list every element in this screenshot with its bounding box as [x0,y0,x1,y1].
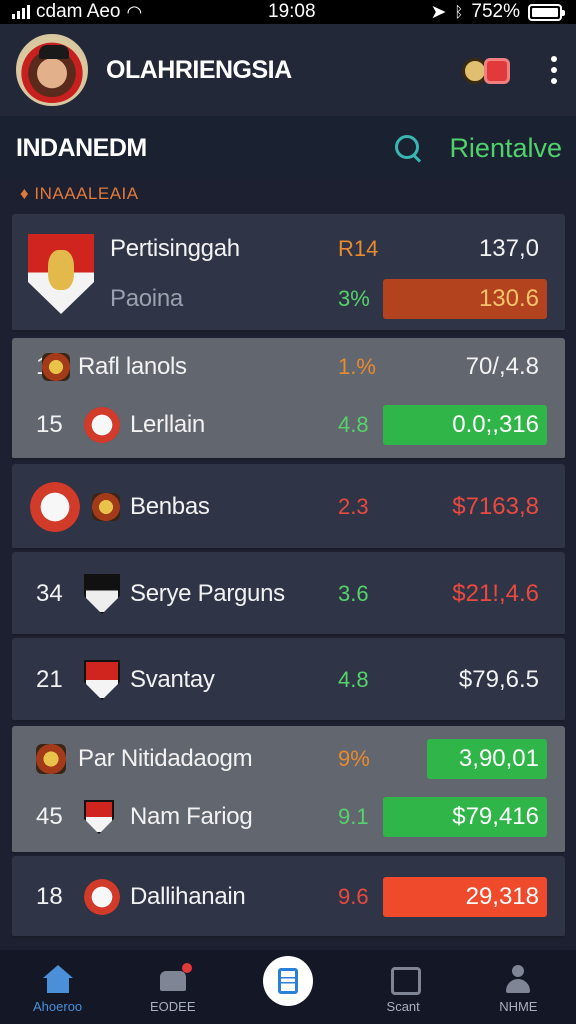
team-name: Lerllain [130,411,205,438]
team-rank: 21 [36,666,63,693]
signal-icon [12,5,30,19]
status-bar: cdam Aeo ◠ 19:08 ➤ ᛒ 752% [0,0,576,24]
user-icon [503,965,533,993]
team-logo [84,879,120,915]
app-title: OLAHRIENGSIA [106,55,292,84]
document-icon[interactable] [262,956,313,1006]
team-logo [30,482,80,532]
team-change: 9.1 [338,804,369,829]
section-title: INDANEDM [16,133,147,162]
team-value: 0.0;,316 [383,405,547,445]
team-name: Par Nitidadaogm [78,745,253,772]
team-change: 4.8 [338,667,369,692]
list-item[interactable]: 34 Serye Parguns 3.6 $21!,4.6 [12,565,565,623]
team-name: Rafl lanols [78,353,187,380]
team-rank: 45 [36,803,63,830]
team-logo [84,800,114,834]
team-card[interactable]: 34 Serye Parguns 3.6 $21!,4.6 [12,552,565,636]
team-card[interactable]: 18 Dallihanain 9.6 29,318 [12,856,565,938]
team-value: 70/,4.8 [465,353,539,380]
team-name: Pertisinggah [110,235,240,262]
relative-link[interactable]: Rientalve [449,133,562,164]
clock: 19:08 [268,1,316,22]
team-change: 9% [338,746,370,771]
team-name: Svantay [130,666,215,693]
list-item[interactable]: Par Nitidadaogm 9% 3,90,01 [12,730,565,788]
team-value: $79,416 [383,797,547,837]
team-name: Benbas [130,493,210,520]
team-change: 4.8 [338,412,369,437]
nav-item-home[interactable]: Ahoeroo [8,965,108,1014]
nav-label: Ahoeroo [33,999,83,1014]
battery-label: 752% [471,1,520,22]
team-logo [92,493,120,521]
team-logo [84,574,120,614]
list-item[interactable]: 21 Svantay 4.8 $79,6.5 [12,651,565,709]
team-change: 2.3 [338,494,369,519]
nav-item-chat[interactable]: Scant [353,965,453,1014]
avatar[interactable] [16,34,88,106]
team-name: Serye Parguns [130,580,285,607]
badge-icon[interactable] [462,54,512,86]
nav-item-notifications[interactable]: EODEE [123,963,223,1014]
bluetooth-icon: ᛒ [454,3,464,21]
group-label: ♦ INAAALEAIA [20,184,139,203]
list-item[interactable]: Paoina 3% 130.6 [12,270,565,328]
featured-card[interactable]: Pertisinggah R14 137,0 Paoina 3% 130.6 [12,214,565,332]
team-change: R14 [338,236,379,261]
chat-icon [388,965,422,995]
section-bar: INDANEDM Rientalve [0,116,576,180]
team-logo [84,660,120,700]
team-value: 137,0 [478,235,539,262]
nav-label: EODEE [150,999,196,1014]
list-item[interactable]: 18 Dallihanain 9.6 29,318 [12,868,565,926]
team-name: Dallihanain [130,883,246,910]
team-change: 9.6 [338,884,369,909]
team-logo [36,744,66,774]
nav-item-profile[interactable]: NHME [468,965,568,1014]
team-rank: 34 [36,580,63,607]
team-value: 29,318 [383,877,547,917]
section-actions: Rientalve [393,133,562,164]
bell-icon [158,963,192,993]
team-change: 3.6 [338,581,369,606]
bottom-nav: Ahoeroo EODEE Scant NHME [0,950,576,1024]
list-item[interactable]: 15 Lerllain 4.8 0.0;,316 [12,396,565,454]
team-value: 3,90,01 [427,739,547,779]
team-card[interactable]: Benbas 2.3 $7163,8 [12,464,565,550]
team-value: $21!,4.6 [452,580,539,607]
team-logo [84,407,120,443]
wifi-icon: ◠ [126,1,143,22]
list-item[interactable]: 1 Rafl lanols 1.% 70/,4.8 [12,338,565,396]
team-name: Paoina [110,285,183,312]
kebab-menu-icon[interactable] [548,56,560,84]
team-value: 130.6 [383,279,547,319]
team-rank: 15 [36,411,63,438]
list-item[interactable]: Benbas 2.3 $7163,8 [12,478,565,536]
team-card[interactable]: 1 Rafl lanols 1.% 70/,4.8 15 Lerllain 4.… [12,338,565,460]
search-icon[interactable] [393,133,423,163]
home-icon [42,965,73,993]
team-name: Nam Fariog [130,803,253,830]
team-change: 1.% [338,354,376,379]
status-right: ➤ ᛒ 752% [430,1,565,24]
app-header: OLAHRIENGSIA [0,24,576,116]
battery-icon [528,3,565,21]
nav-item-center[interactable] [238,956,338,1014]
team-rank: 18 [36,883,63,910]
header-actions [462,54,560,86]
nav-label: Scant [386,999,420,1014]
team-value: $79,6.5 [458,666,539,693]
location-icon: ➤ [430,1,447,23]
team-change: 3% [338,286,370,311]
status-left: cdam Aeo ◠ [12,1,142,23]
carrier-label: cdam Aeo [36,1,121,22]
team-logo [42,353,70,381]
list-item[interactable]: 45 Nam Fariog 9.1 $79,416 [12,788,565,846]
team-card[interactable]: 21 Svantay 4.8 $79,6.5 [12,638,565,722]
team-value: $7163,8 [452,493,539,520]
nav-label: NHME [499,999,538,1014]
team-card[interactable]: Par Nitidadaogm 9% 3,90,01 45 Nam Fariog… [12,726,565,854]
